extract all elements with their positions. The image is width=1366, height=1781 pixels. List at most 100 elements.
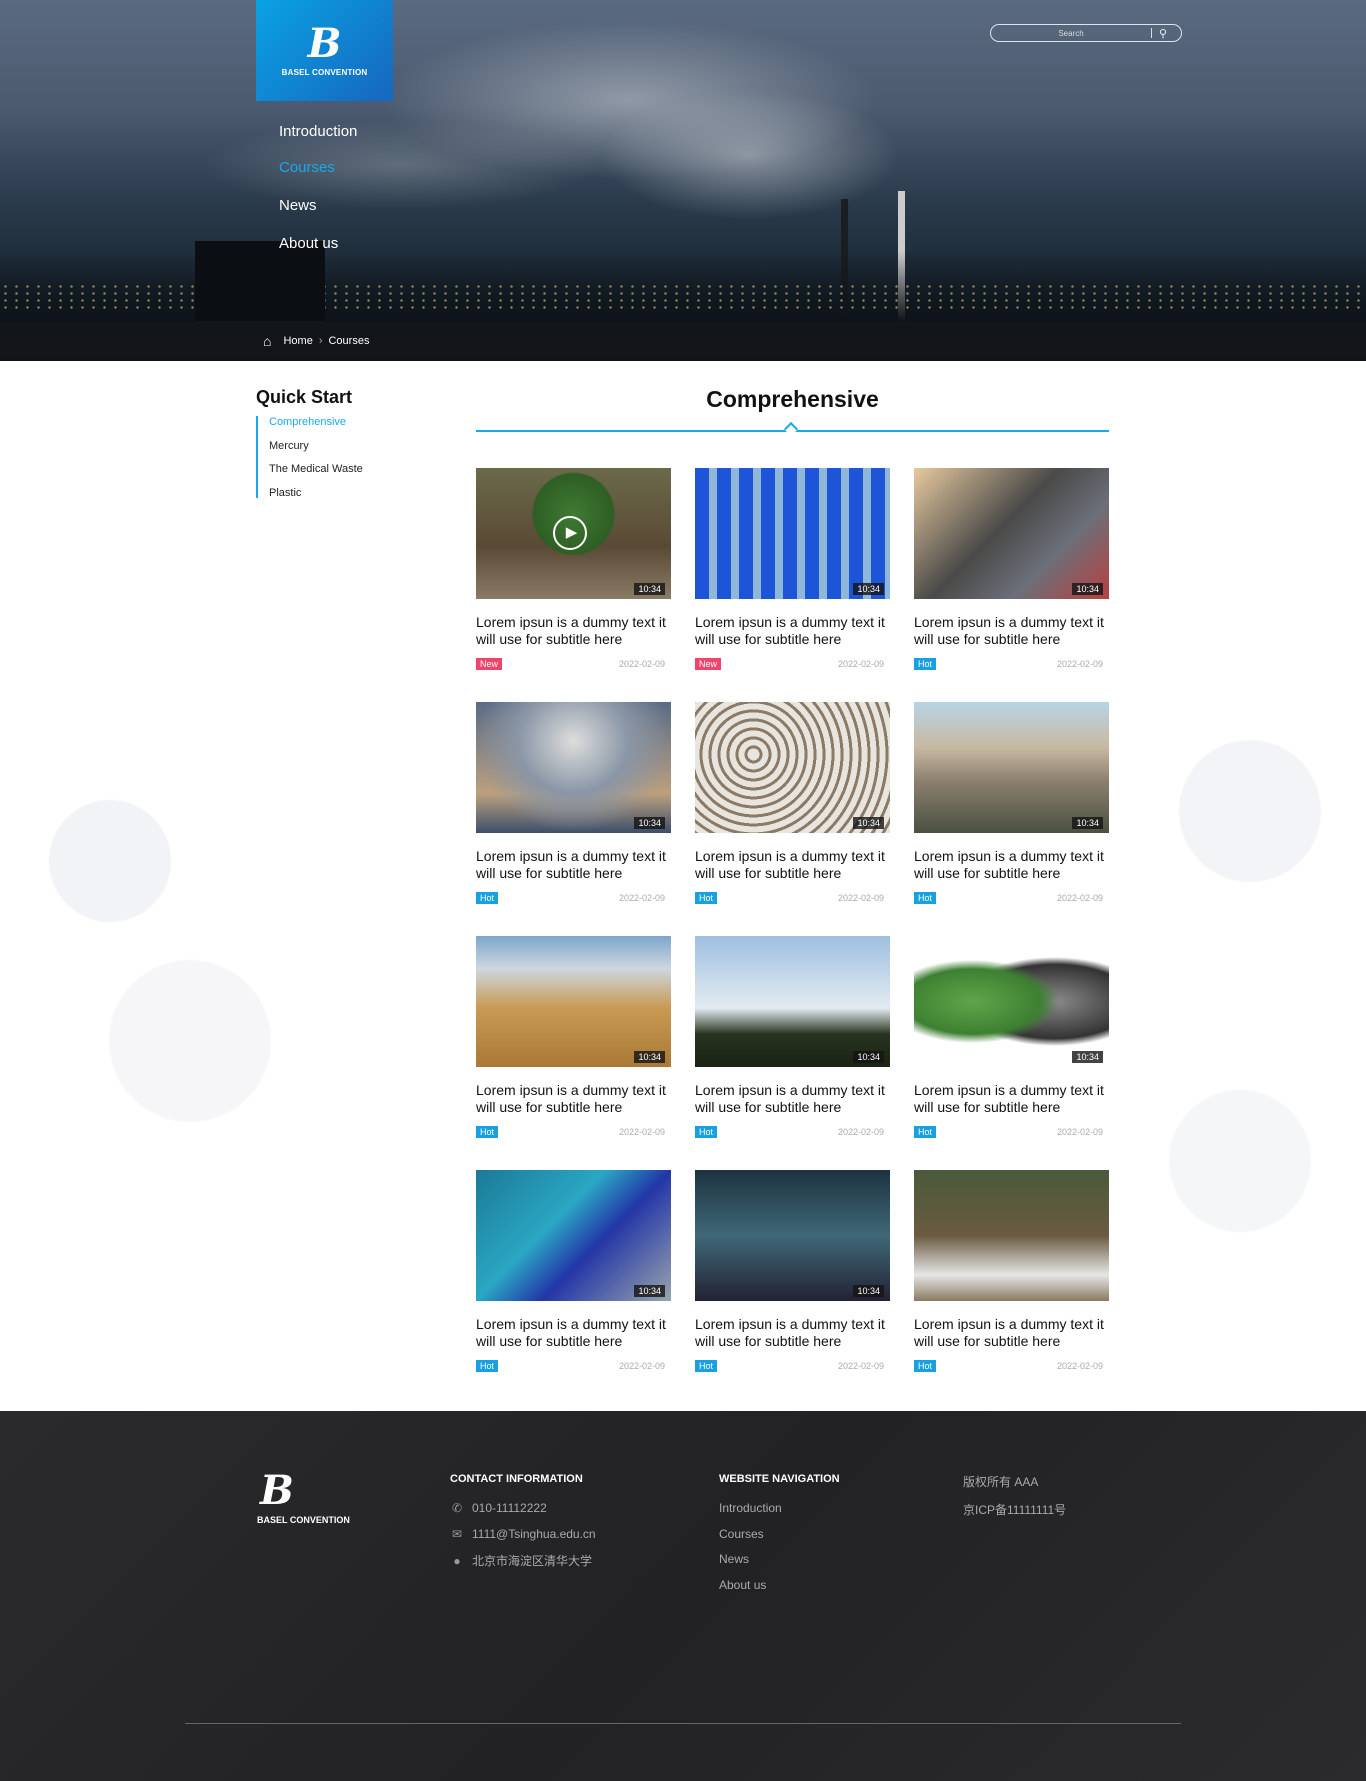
course-thumbnail[interactable]: 10:34	[914, 468, 1109, 599]
search-box: ⚲	[990, 24, 1182, 42]
footer-link-about-us[interactable]: About us	[719, 1578, 766, 1592]
course-card[interactable]: 10:34 Lorem ipsun is a dummy text it wil…	[695, 1170, 890, 1372]
course-date: 2022-02-09	[1056, 893, 1103, 903]
duration-label: 10:34	[634, 1285, 665, 1297]
course-thumbnail[interactable]: 10:34	[914, 936, 1109, 1067]
sidebar-item-mercury[interactable]: Mercury	[269, 440, 309, 452]
course-thumbnail[interactable]: 10:34	[695, 1170, 890, 1301]
email-text[interactable]: 1111@Tsinghua.edu.cn	[472, 1527, 596, 1541]
course-card[interactable]: 10:34 Lorem ipsun is a dummy text it wil…	[476, 936, 671, 1138]
course-meta: Hot 2022-02-09	[695, 1126, 890, 1138]
search-input[interactable]	[991, 28, 1151, 38]
footer-link-news[interactable]: News	[719, 1552, 749, 1566]
course-meta: Hot 2022-02-09	[914, 1126, 1109, 1138]
status-badge: Hot	[695, 1126, 718, 1138]
home-icon[interactable]: ⌂	[263, 333, 271, 349]
course-title[interactable]: Lorem ipsun is a dummy text it will use …	[476, 1082, 671, 1116]
sidebar-item-medical-waste[interactable]: The Medical Waste	[269, 463, 363, 475]
course-card[interactable]: 10:34 Lorem ipsun is a dummy text it wil…	[695, 936, 890, 1138]
mail-icon: ✉	[451, 1527, 463, 1541]
duration-label: 10:34	[853, 817, 884, 829]
course-title[interactable]: Lorem ipsun is a dummy text it will use …	[914, 1316, 1109, 1350]
course-card[interactable]: ▶ 10:34 Lorem ipsun is a dummy text it w…	[476, 468, 671, 670]
course-thumbnail[interactable]: 10:34	[476, 702, 671, 833]
course-title[interactable]: Lorem ipsun is a dummy text it will use …	[695, 1082, 890, 1116]
footer-logo-text: BASEL CONVENTION	[257, 1515, 350, 1525]
course-thumbnail[interactable]	[914, 1170, 1109, 1301]
status-badge: Hot	[476, 1126, 499, 1138]
course-date: 2022-02-09	[837, 659, 884, 669]
course-meta: Hot 2022-02-09	[914, 892, 1109, 904]
footer-divider	[185, 1723, 1181, 1724]
course-title[interactable]: Lorem ipsun is a dummy text it will use …	[695, 614, 890, 648]
logo-mark: B	[307, 20, 342, 67]
contact-address: ● 北京市海淀区清华大学	[450, 1552, 592, 1569]
course-thumbnail[interactable]: 10:34	[476, 936, 671, 1067]
course-card[interactable]: 10:34 Lorem ipsun is a dummy text it wil…	[914, 702, 1109, 904]
status-badge: Hot	[476, 892, 499, 904]
course-title[interactable]: Lorem ipsun is a dummy text it will use …	[476, 848, 671, 882]
nav-introduction[interactable]: Introduction	[279, 123, 357, 140]
status-badge: Hot	[914, 658, 937, 670]
duration-label: 10:34	[634, 817, 665, 829]
footer-link-introduction[interactable]: Introduction	[719, 1501, 782, 1515]
status-badge: Hot	[914, 892, 937, 904]
duration-label: 10:34	[1072, 817, 1103, 829]
course-date: 2022-02-09	[618, 659, 665, 669]
course-thumbnail[interactable]: 10:34	[695, 936, 890, 1067]
course-meta: Hot 2022-02-09	[914, 1360, 1109, 1372]
breadcrumb: ⌂ Home › Courses	[0, 321, 1366, 361]
breadcrumb-home[interactable]: Home	[283, 335, 312, 347]
course-card[interactable]: 10:34 Lorem ipsun is a dummy text it wil…	[695, 468, 890, 670]
course-thumbnail[interactable]: 10:34	[695, 702, 890, 833]
nav-courses[interactable]: Courses	[279, 159, 335, 176]
status-badge: New	[476, 658, 503, 670]
breadcrumb-current: Courses	[328, 335, 370, 347]
logo[interactable]: B BASEL CONVENTION	[256, 0, 393, 101]
course-card[interactable]: 10:34 Lorem ipsun is a dummy text it wil…	[914, 936, 1109, 1138]
course-date: 2022-02-09	[1056, 1361, 1103, 1371]
play-icon[interactable]: ▶	[553, 516, 587, 550]
course-thumbnail[interactable]: 10:34	[914, 702, 1109, 833]
status-badge: Hot	[914, 1126, 937, 1138]
course-title[interactable]: Lorem ipsun is a dummy text it will use …	[914, 848, 1109, 882]
course-meta: New 2022-02-09	[476, 658, 671, 670]
course-title[interactable]: Lorem ipsun is a dummy text it will use …	[914, 1082, 1109, 1116]
nav-news[interactable]: News	[279, 197, 317, 214]
course-title[interactable]: Lorem ipsun is a dummy text it will use …	[695, 1316, 890, 1350]
course-thumbnail[interactable]: 10:34	[476, 1170, 671, 1301]
contact-phone: ✆ 010-11112222	[450, 1501, 547, 1515]
page-title: Comprehensive	[706, 386, 879, 412]
sidebar-item-plastic[interactable]: Plastic	[269, 487, 301, 499]
course-card[interactable]: 10:34 Lorem ipsun is a dummy text it wil…	[695, 702, 890, 904]
course-card[interactable]: 10:34 Lorem ipsun is a dummy text it wil…	[476, 702, 671, 904]
course-thumbnail[interactable]: 10:34	[695, 468, 890, 599]
footer-link-courses[interactable]: Courses	[719, 1527, 764, 1541]
course-meta: Hot 2022-02-09	[476, 892, 671, 904]
icp-number: 京ICP备11111111号	[963, 1503, 1067, 1517]
sidebar-indicator	[256, 416, 258, 498]
search-icon[interactable]: ⚲	[1152, 27, 1174, 40]
duration-label: 10:34	[634, 583, 665, 595]
status-badge: Hot	[476, 1360, 499, 1372]
sidebar-item-comprehensive[interactable]: Comprehensive	[269, 416, 346, 428]
status-badge: New	[695, 658, 722, 670]
course-card[interactable]: 10:34 Lorem ipsun is a dummy text it wil…	[476, 1170, 671, 1372]
course-card[interactable]: 10:34 Lorem ipsun is a dummy text it wil…	[914, 468, 1109, 670]
course-meta: Hot 2022-02-09	[476, 1126, 671, 1138]
course-date: 2022-02-09	[618, 893, 665, 903]
course-title[interactable]: Lorem ipsun is a dummy text it will use …	[695, 848, 890, 882]
duration-label: 10:34	[1072, 1051, 1103, 1063]
course-card[interactable]: Lorem ipsun is a dummy text it will use …	[914, 1170, 1109, 1372]
course-title[interactable]: Lorem ipsun is a dummy text it will use …	[476, 1316, 671, 1350]
copyright: 版权所有 AAA	[963, 1475, 1039, 1489]
status-badge: Hot	[914, 1360, 937, 1372]
duration-label: 10:34	[634, 1051, 665, 1063]
chevron-right-icon: ›	[318, 335, 323, 347]
nav-about-us[interactable]: About us	[279, 235, 338, 252]
course-title[interactable]: Lorem ipsun is a dummy text it will use …	[914, 614, 1109, 648]
navigation-heading: WEBSITE NAVIGATION	[719, 1473, 840, 1485]
course-thumbnail[interactable]: ▶ 10:34	[476, 468, 671, 599]
course-title[interactable]: Lorem ipsun is a dummy text it will use …	[476, 614, 671, 648]
course-date: 2022-02-09	[837, 1127, 884, 1137]
